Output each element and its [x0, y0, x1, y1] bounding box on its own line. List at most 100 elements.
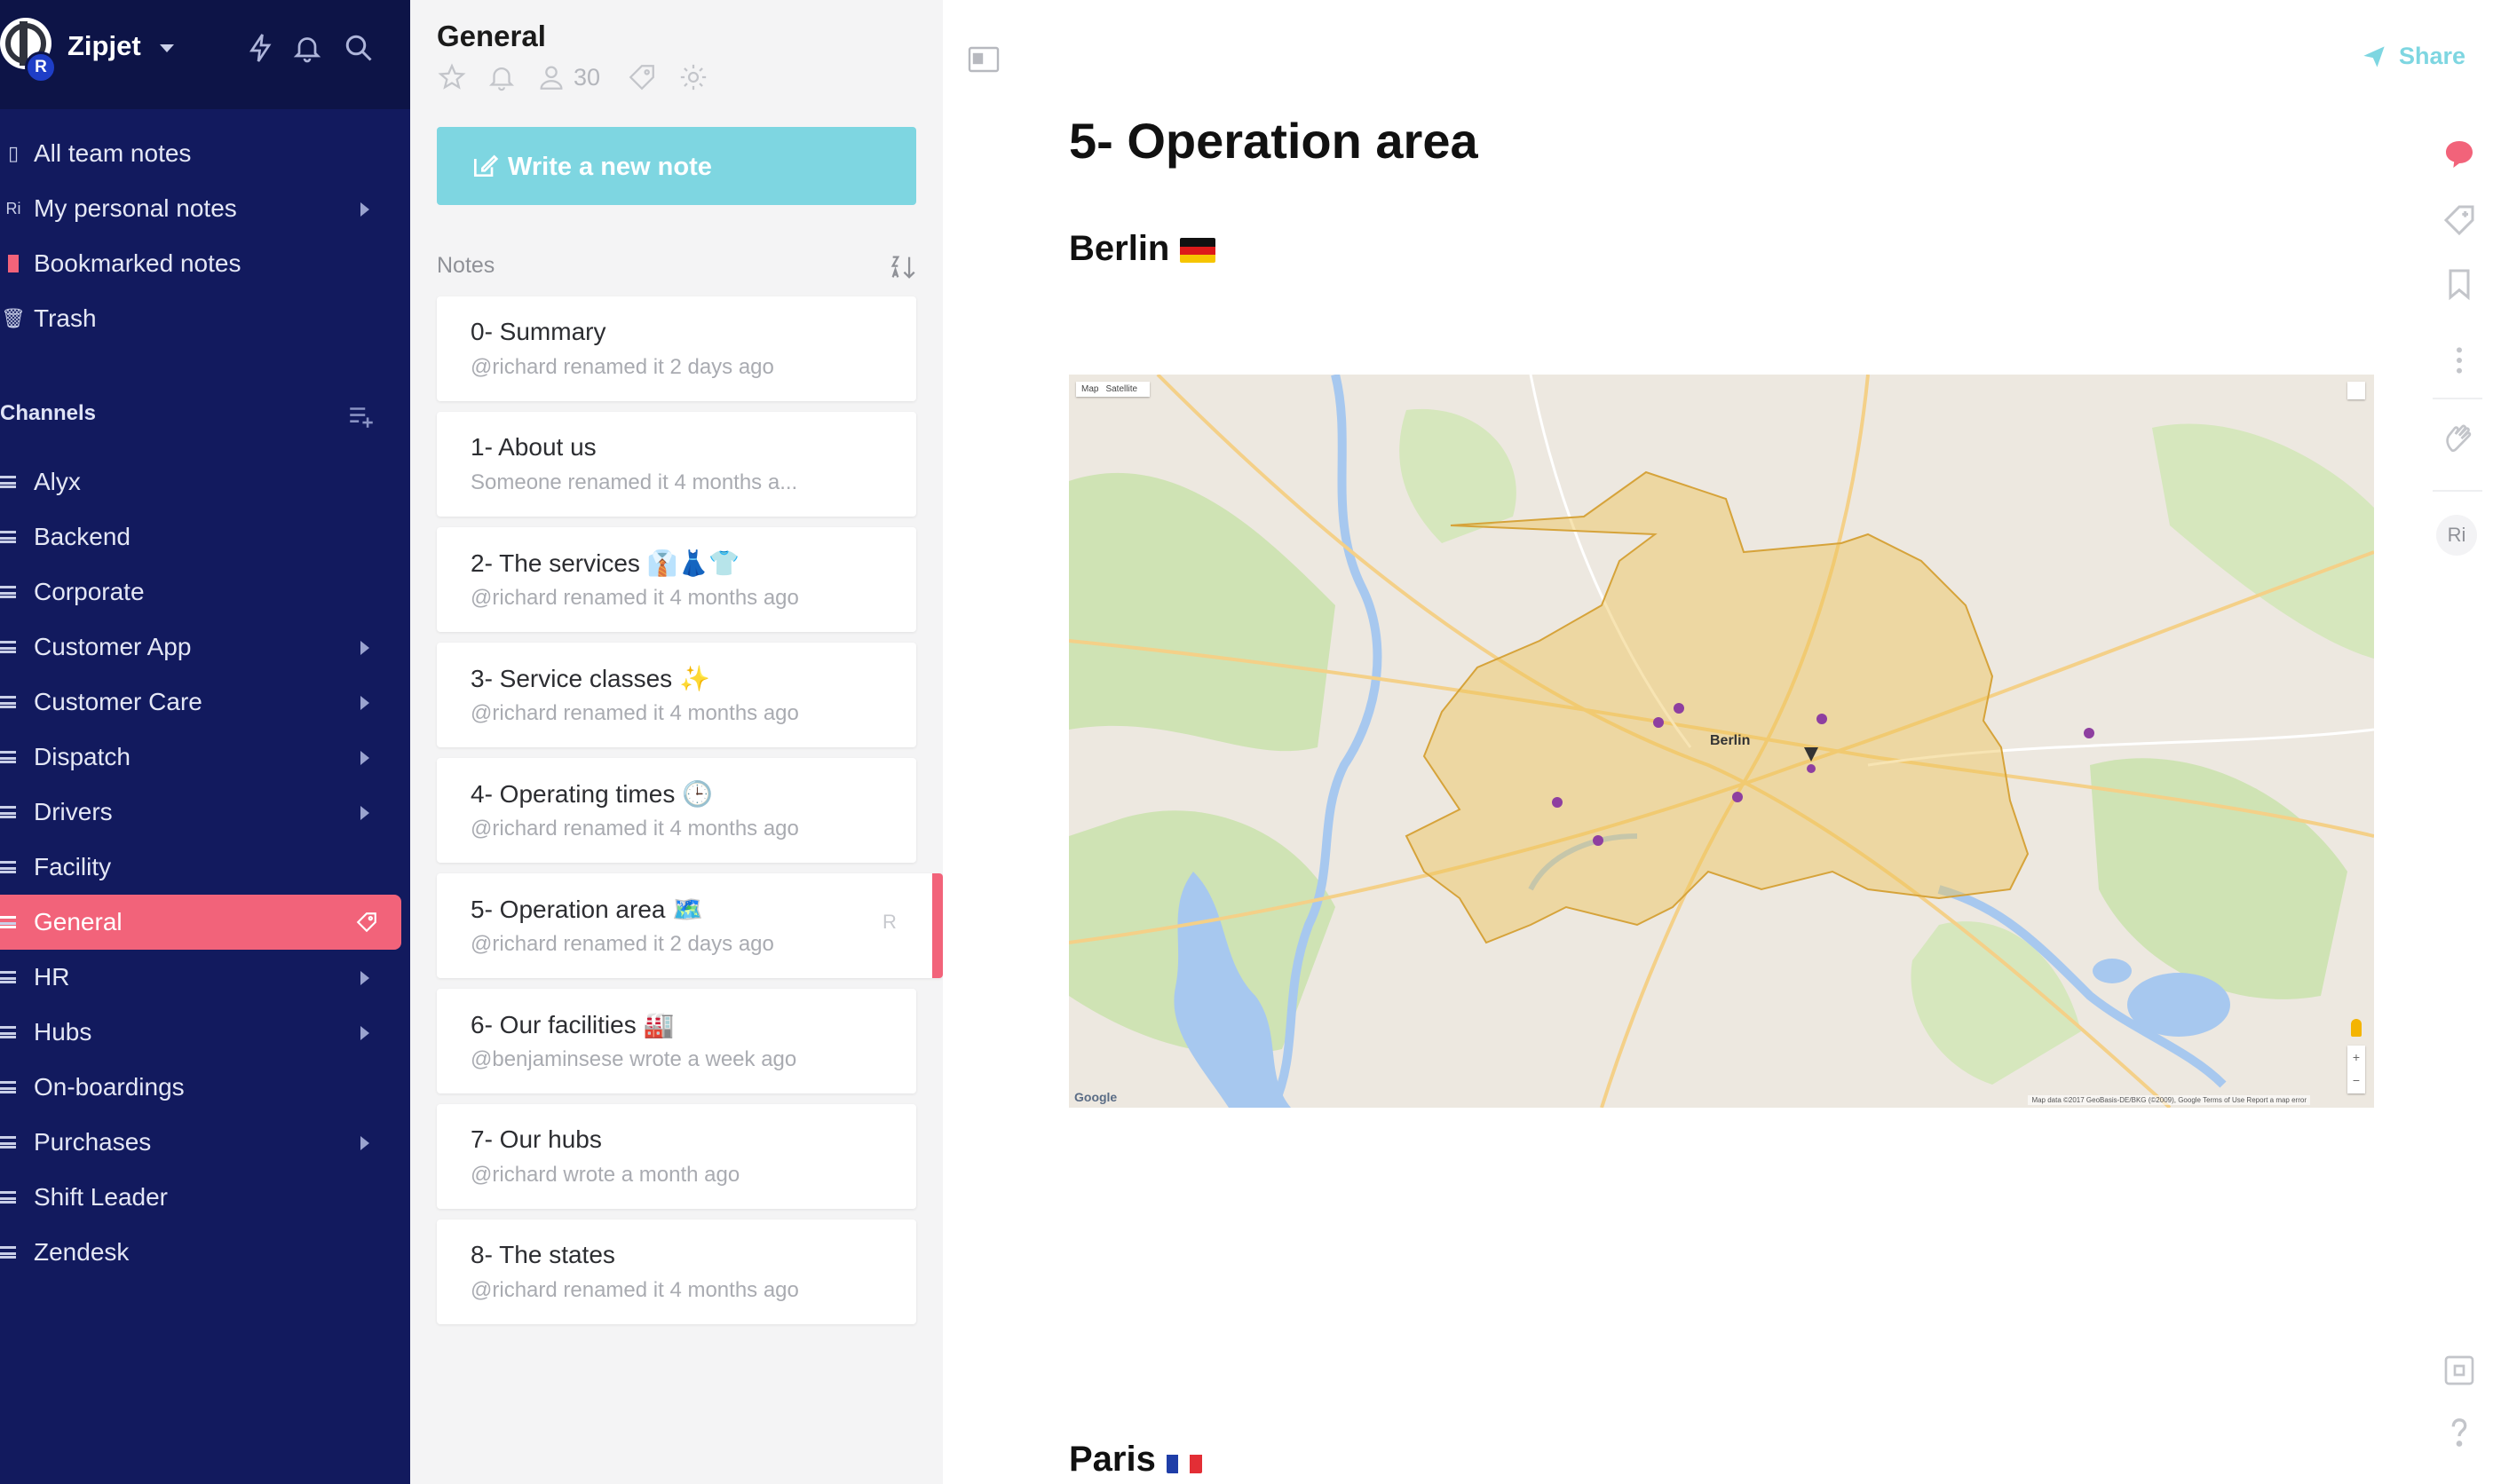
sort-icon[interactable] [888, 252, 918, 282]
user-badge: R [25, 51, 57, 83]
note-item[interactable]: 8- The states @richard renamed it 4 month… [437, 1220, 916, 1324]
channel-icon [0, 916, 16, 928]
channel-general[interactable]: General [0, 895, 401, 950]
channel-shift-leader[interactable]: Shift Leader [0, 1170, 401, 1225]
tag-add-icon[interactable] [2442, 202, 2477, 238]
expand-arrow-icon[interactable] [360, 1136, 369, 1150]
channel-customer-care[interactable]: Customer Care [0, 675, 401, 730]
channel-corporate[interactable]: Corporate [0, 564, 401, 620]
channel-purchases[interactable]: Purchases [0, 1115, 401, 1170]
note-item[interactable]: 0- Summary @richard renamed it 2 days ago [437, 296, 916, 401]
viewer-avatar[interactable]: Ri [2436, 515, 2477, 556]
fullscreen-icon[interactable] [2347, 382, 2365, 399]
note-item[interactable]: 6- Our facilities 🏭 @benjaminsese wrote a… [437, 989, 916, 1093]
channel-dispatch[interactable]: Dispatch [0, 730, 401, 785]
channel-hubs[interactable]: Hubs [0, 1005, 401, 1060]
workspace-name[interactable]: Zipjet [67, 30, 141, 62]
star-icon[interactable] [437, 62, 467, 92]
bell-icon[interactable] [487, 62, 517, 92]
expand-arrow-icon[interactable] [360, 806, 369, 820]
chevron-down-icon[interactable] [160, 44, 174, 52]
channel-zendesk[interactable]: Zendesk [0, 1225, 401, 1280]
note-item[interactable]: 7- Our hubs @richard wrote a month ago [437, 1104, 916, 1209]
channels-heading: Channels [0, 401, 97, 425]
channel-alyx[interactable]: Alyx [0, 454, 401, 509]
note-item[interactable]: 3- Service classes ✨ @richard renamed it … [437, 643, 916, 747]
more-icon[interactable] [2442, 343, 2477, 378]
channel-icon [0, 586, 16, 598]
channel-customer-app[interactable]: Customer App [0, 620, 401, 675]
nav-bookmarked-notes[interactable]: Bookmarked notes [0, 236, 401, 291]
selection-indicator [932, 873, 943, 978]
document-title[interactable]: 5- Operation area [1069, 112, 1478, 170]
note-item[interactable]: 4- Operating times 🕒 @richard renamed it … [437, 758, 916, 863]
note-item[interactable]: 1- About us Someone renamed it 4 months a… [437, 412, 916, 517]
send-icon [2363, 45, 2385, 67]
rail-divider [2433, 398, 2482, 399]
expand-arrow-icon[interactable] [360, 751, 369, 765]
notes-heading: Notes [437, 253, 495, 278]
note-item[interactable]: 2- The services 👔👗👕 @richard renamed it 4… [437, 527, 916, 632]
channel-on-boardings[interactable]: On-boardings [0, 1060, 401, 1115]
trash-icon: 🗑 [1, 307, 26, 329]
map-attribution[interactable]: Map data ©2017 GeoBasis-DE/BKG (©2009), … [2028, 1095, 2310, 1105]
pegman-icon[interactable] [2351, 1019, 2362, 1037]
channel-icon [0, 1191, 16, 1204]
nav-trash[interactable]: 🗑 Trash [0, 291, 401, 346]
map-credit: Google [1074, 1090, 1118, 1104]
channel-icon [0, 861, 16, 873]
map-city-label: Berlin [1710, 733, 1751, 748]
members-icon[interactable] [536, 62, 566, 92]
edit-icon [471, 152, 499, 180]
expand-arrow-icon[interactable] [360, 202, 369, 217]
channel-icon [0, 806, 16, 818]
nav-all-team-notes[interactable]: ▯ All team notes [0, 126, 401, 181]
map-zoom-controls[interactable]: + − [2347, 1046, 2365, 1093]
personal-avatar-icon: Ri [5, 199, 21, 217]
channel-facility[interactable]: Facility [0, 840, 401, 895]
channel-icon [0, 1081, 16, 1093]
clap-icon[interactable] [2442, 421, 2477, 456]
gear-icon[interactable] [678, 62, 708, 92]
bookmark-icon[interactable] [2442, 266, 2477, 302]
nav-my-personal-notes[interactable]: Ri My personal notes [0, 181, 401, 236]
toggle-sidebar-icon[interactable] [968, 46, 1000, 73]
channel-icon [0, 1026, 16, 1038]
note-item-selected[interactable]: 5- Operation area 🗺️ @richard renamed it… [437, 873, 943, 978]
channel-icon [0, 476, 16, 488]
tag-icon[interactable] [355, 911, 378, 934]
channel-icon [0, 971, 16, 983]
panel-title: General [437, 20, 546, 52]
operation-area-map[interactable]: Map Satellite Berlin + − Google Map data ©… [1068, 373, 2375, 1110]
add-channel-icon[interactable] [346, 401, 376, 431]
sidebar: R Zipjet ▯ All team notes Ri My personal… [0, 0, 410, 1484]
bell-icon[interactable] [291, 32, 323, 64]
share-button[interactable]: Share [2362, 43, 2465, 70]
reader-avatar: R [882, 911, 897, 933]
expand-arrow-icon[interactable] [360, 641, 369, 655]
search-icon[interactable] [343, 32, 375, 64]
germany-flag-icon [1180, 238, 1216, 264]
channel-icon [0, 1246, 16, 1259]
map-type-tabs[interactable]: Map Satellite [1076, 382, 1151, 397]
member-count[interactable]: 30 [574, 64, 600, 91]
channel-backend[interactable]: Backend [0, 509, 401, 564]
help-icon[interactable] [2442, 1415, 2477, 1450]
expand-arrow-icon[interactable] [360, 971, 369, 985]
channel-icon [0, 641, 16, 653]
write-new-note-button[interactable]: Write a new note [437, 127, 916, 205]
section-heading-paris[interactable]: Paris [1069, 1440, 1202, 1480]
keyboard-shortcut-icon[interactable] [2442, 1353, 2477, 1388]
channel-hr[interactable]: HR [0, 950, 401, 1005]
channel-drivers[interactable]: Drivers [0, 785, 401, 840]
expand-arrow-icon[interactable] [360, 696, 369, 710]
comment-icon[interactable] [2442, 137, 2477, 172]
tag-icon[interactable] [627, 62, 657, 92]
channel-icon [0, 751, 16, 763]
section-heading-berlin[interactable]: Berlin [1069, 229, 1216, 269]
channel-icon [0, 531, 16, 543]
channel-icon [0, 1136, 16, 1149]
expand-arrow-icon[interactable] [360, 1026, 369, 1040]
document-view: Share 5- Operation area Berlin Map Satel… [943, 16, 2493, 1484]
lightning-icon[interactable] [245, 32, 277, 64]
